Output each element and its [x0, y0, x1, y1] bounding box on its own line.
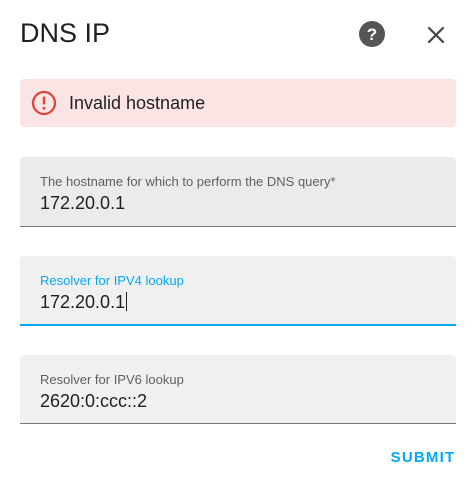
error-alert: Invalid hostname	[20, 79, 456, 127]
ipv4-resolver-field-value-wrap[interactable]: 172.20.0.1	[40, 290, 128, 314]
alert-circle-icon	[31, 90, 57, 116]
text-caret	[126, 292, 128, 311]
help-icon: ?	[366, 24, 378, 44]
ipv4-resolver-field[interactable]: Resolver for IPV4 lookup 172.20.0.1	[20, 256, 456, 326]
close-button[interactable]	[422, 21, 450, 49]
hostname-field-value[interactable]: 172.20.0.1	[40, 191, 125, 215]
ipv6-resolver-field-label: Resolver for IPV6 lookup	[40, 372, 184, 387]
hostname-field-label: The hostname for which to perform the DN…	[40, 174, 336, 189]
hostname-field[interactable]: The hostname for which to perform the DN…	[20, 157, 456, 227]
error-message: Invalid hostname	[69, 93, 206, 113]
ipv6-resolver-field[interactable]: Resolver for IPV6 lookup 2620:0:ccc::2	[20, 355, 456, 424]
submit-button[interactable]: SUBMIT	[383, 440, 463, 474]
ipv4-resolver-field-value: 172.20.0.1	[40, 292, 126, 312]
close-icon	[427, 26, 445, 44]
dialog-title: DNS IP	[20, 18, 111, 48]
ipv6-resolver-field-value[interactable]: 2620:0:ccc::2	[40, 389, 147, 413]
ipv4-resolver-field-label: Resolver for IPV4 lookup	[40, 273, 184, 288]
help-button[interactable]: ?	[359, 21, 385, 47]
dns-ip-dialog: DNS IP ? Invalid hostname The hostname f…	[0, 0, 474, 477]
